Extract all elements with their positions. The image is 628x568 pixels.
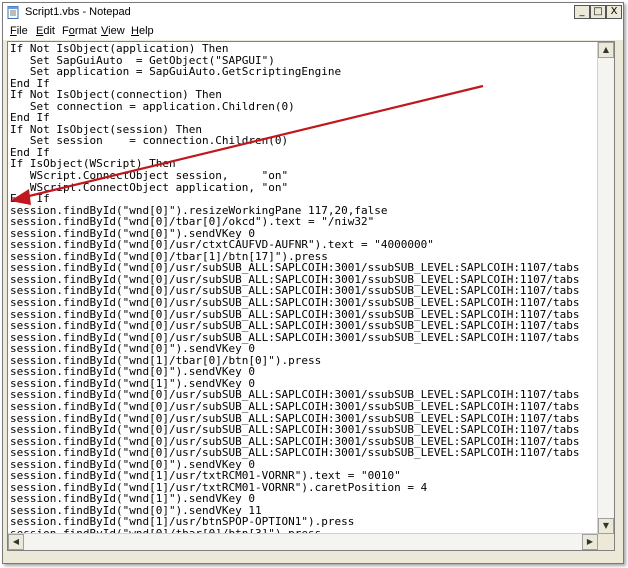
menu-edit[interactable]: Edit: [36, 25, 55, 37]
code-line: session.findById("wnd[0]/usr/subSUB_ALL:…: [10, 296, 580, 310]
scroll-right-button[interactable]: ▶: [582, 534, 598, 550]
code-line: session.findById("wnd[0]/usr/subSUB_ALL:…: [10, 319, 580, 333]
scroll-up-button[interactable]: ▲: [598, 42, 614, 58]
code-line: WScript.ConnectObject application, "on": [10, 180, 289, 194]
close-button[interactable]: X: [606, 5, 622, 19]
menu-bar: File Edit Format View Help: [3, 23, 623, 40]
scroll-left-button[interactable]: ◀: [8, 534, 24, 550]
horizontal-scrollbar[interactable]: ◀ ▶: [8, 533, 598, 550]
maximize-button[interactable]: □: [590, 5, 606, 19]
notepad-window: Script1.vbs - Notepad _ □ X File Edit Fo…: [2, 2, 624, 564]
scroll-down-button[interactable]: ▼: [598, 518, 614, 534]
code-line: session.findById("wnd[0]/usr/subSUB_ALL:…: [10, 446, 580, 460]
script-text[interactable]: If Not IsObject(application) Then Set Sa…: [10, 43, 598, 540]
code-line: Set session = connection.Children(0): [10, 134, 289, 148]
code-line: Set application = SapGuiAuto.GetScriptin…: [10, 65, 342, 79]
text-editor-area[interactable]: If Not IsObject(application) Then Set Sa…: [7, 41, 615, 551]
notepad-app-icon: [7, 6, 19, 19]
code-line: If Not IsObject(connection) Then: [10, 88, 222, 102]
code-line: If Not IsObject(application) Then: [10, 43, 229, 55]
vertical-scrollbar[interactable]: ▲ ▼: [597, 42, 614, 534]
title-bar[interactable]: Script1.vbs - Notepad _ □ X: [3, 3, 623, 24]
code-line: Set connection = application.Children(0): [10, 99, 295, 113]
menu-help[interactable]: Help: [131, 25, 154, 37]
code-line: WScript.ConnectObject session, "on": [10, 169, 289, 183]
code-line: session.findById("wnd[0]/usr/subSUB_ALL:…: [10, 399, 580, 413]
size-grip[interactable]: [598, 534, 614, 550]
menu-format[interactable]: Format: [62, 25, 97, 37]
minimize-button[interactable]: _: [574, 5, 590, 19]
window-title: Script1.vbs - Notepad: [25, 6, 131, 18]
code-line: End If: [10, 192, 50, 206]
menu-view[interactable]: View: [101, 25, 125, 37]
code-line: session.findById("wnd[0]/usr/subSUB_ALL:…: [10, 423, 580, 437]
menu-file[interactable]: File: [10, 25, 28, 37]
